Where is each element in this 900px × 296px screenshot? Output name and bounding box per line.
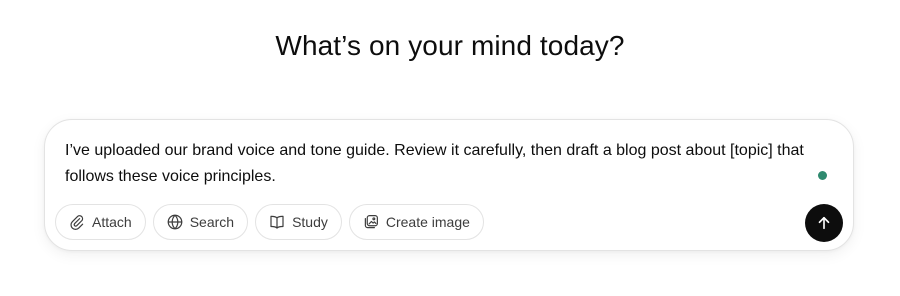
composer-toolbar: Attach Search Study Create image	[55, 204, 484, 240]
create-image-button[interactable]: Create image	[348, 204, 484, 240]
study-button[interactable]: Study	[255, 204, 342, 240]
globe-icon	[166, 213, 184, 231]
attach-button[interactable]: Attach	[55, 204, 146, 240]
study-label: Study	[292, 214, 328, 230]
attach-label: Attach	[92, 214, 132, 230]
arrow-up-icon	[818, 216, 830, 230]
search-button[interactable]: Search	[152, 204, 249, 240]
prompt-input[interactable]: I’ve uploaded our brand voice and tone g…	[65, 138, 840, 190]
page: What’s on your mind today? I’ve uploaded…	[0, 0, 900, 296]
image-icon	[362, 213, 380, 231]
page-title: What’s on your mind today?	[275, 30, 625, 61]
paperclip-icon	[68, 213, 86, 231]
prompt-composer: I’ve uploaded our brand voice and tone g…	[44, 119, 854, 251]
voice-indicator-dot	[818, 171, 827, 180]
book-icon	[268, 213, 286, 231]
send-button[interactable]	[805, 204, 843, 242]
create-image-label: Create image	[385, 214, 470, 230]
search-label: Search	[189, 214, 235, 230]
